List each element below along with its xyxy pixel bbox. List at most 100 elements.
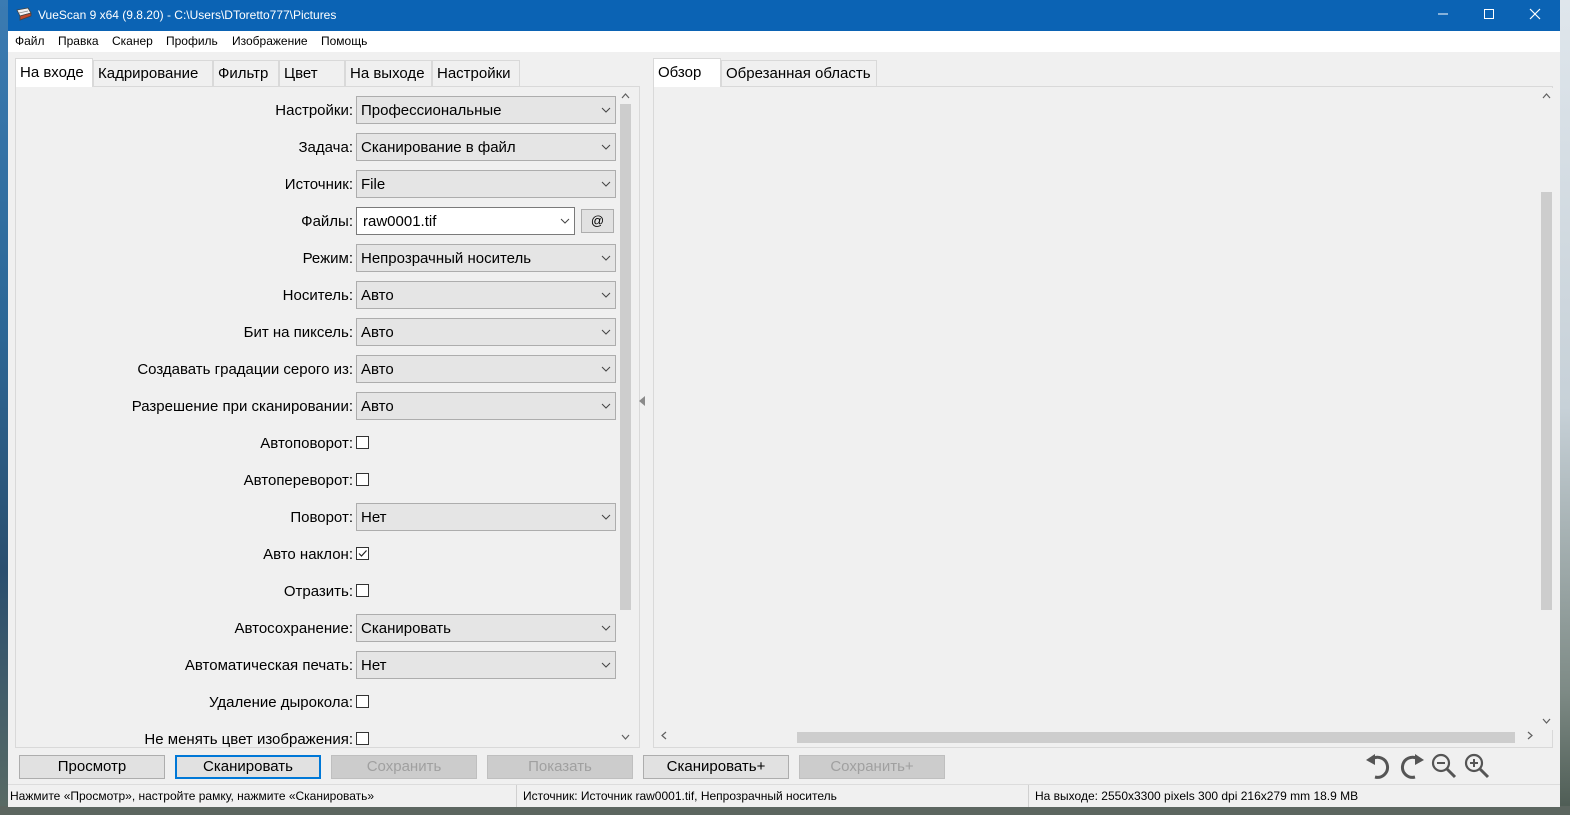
resolution-row: Разрешение при сканировании: Авто — [16, 392, 616, 422]
checkmark-icon — [358, 550, 367, 557]
scroll-up-icon[interactable] — [617, 88, 634, 105]
chevron-down-icon — [601, 255, 611, 261]
source-select[interactable]: File — [356, 170, 616, 198]
autosave-label: Автосохранение: — [234, 620, 353, 637]
bits-select[interactable]: Авто — [356, 318, 616, 346]
gray-value: Авто — [361, 361, 394, 378]
left-tab-strip: На входе Кадрирование Фильтр Цвет На вых… — [15, 58, 635, 87]
keepcolor-checkbox[interactable] — [356, 732, 369, 745]
gray-row: Создавать градации серого из: Авто — [16, 355, 616, 385]
scan-plus-button[interactable]: Сканировать+ — [643, 755, 789, 779]
rotation-select[interactable]: Нет — [356, 503, 616, 531]
menu-image[interactable]: Изображение — [232, 34, 308, 48]
tab-crop[interactable]: Кадрирование — [93, 60, 213, 86]
mode-select[interactable]: Непрозрачный носитель — [356, 244, 616, 272]
save-button[interactable]: Сохранить — [331, 755, 477, 779]
maximize-icon — [1484, 9, 1494, 19]
files-label: Файлы: — [301, 213, 353, 230]
close-icon — [1529, 8, 1541, 20]
menu-scanner[interactable]: Сканер — [112, 34, 153, 48]
taskbar-edge — [0, 806, 1570, 815]
task-row: Задача: Сканирование в файл — [16, 133, 616, 163]
settings-select[interactable]: Профессиональные — [356, 96, 616, 124]
preview-vertical-scrollbar[interactable] — [1538, 88, 1555, 730]
menu-file[interactable]: Файл — [15, 34, 45, 48]
autoprint-row: Автоматическая печать: Нет — [16, 651, 616, 681]
chevron-down-icon — [601, 662, 611, 668]
show-button[interactable]: Показать — [487, 755, 633, 779]
scroll-down-icon[interactable] — [617, 729, 634, 746]
mode-row: Режим: Непрозрачный носитель — [16, 244, 616, 274]
scrollbar-thumb[interactable] — [1541, 192, 1552, 610]
settings-row: Настройки: Профессиональные — [16, 96, 616, 126]
scan-button[interactable]: Сканировать — [175, 755, 321, 779]
scrollbar-thumb[interactable] — [797, 732, 1515, 743]
save-plus-button[interactable]: Сохранить+ — [799, 755, 945, 779]
menu-help[interactable]: Помощь — [321, 34, 367, 48]
files-row: Файлы: raw0001.tif @ — [16, 207, 616, 237]
settings-label: Настройки: — [275, 102, 353, 119]
menu-edit[interactable]: Правка — [58, 34, 99, 48]
chevron-down-icon — [601, 181, 611, 187]
chevron-down-icon — [560, 218, 570, 224]
tab-filter[interactable]: Фильтр — [213, 60, 279, 86]
gray-select[interactable]: Авто — [356, 355, 616, 383]
scrollbar-thumb[interactable] — [620, 104, 631, 610]
chevron-down-icon — [601, 625, 611, 631]
autorotate-checkbox[interactable] — [356, 436, 369, 449]
chevron-down-icon — [601, 366, 611, 372]
tab-input[interactable]: На входе — [15, 58, 93, 87]
autoskew-label: Авто наклон: — [263, 546, 353, 563]
keepcolor-row: Не менять цвет изображения: — [16, 725, 616, 748]
settings-value: Профессиональные — [361, 102, 502, 119]
tab-preview[interactable]: Обзор — [653, 58, 721, 87]
tab-settings[interactable]: Настройки — [432, 60, 520, 86]
menu-profile[interactable]: Профиль — [166, 34, 218, 48]
preview-area[interactable] — [653, 86, 1553, 748]
status-hint: Нажмите «Просмотр», настройте рамку, наж… — [10, 789, 375, 803]
autoflip-label: Автопереворот: — [243, 472, 353, 489]
files-combobox[interactable]: raw0001.tif — [356, 207, 575, 235]
chevron-down-icon — [601, 144, 611, 150]
autoflip-checkbox[interactable] — [356, 473, 369, 486]
media-select[interactable]: Авто — [356, 281, 616, 309]
zoom-in-icon[interactable] — [1461, 751, 1493, 781]
scroll-up-icon[interactable] — [1538, 88, 1555, 105]
autosave-row: Автосохранение: Сканировать — [16, 614, 616, 644]
scroll-left-icon[interactable] — [655, 729, 672, 746]
desktop-background-right — [1560, 0, 1570, 815]
tab-cropped-area[interactable]: Обрезанная область — [721, 60, 877, 86]
keepcolor-label: Не менять цвет изображения: — [144, 731, 353, 748]
files-browse-button[interactable]: @ — [581, 209, 614, 233]
autoprint-label: Автоматическая печать: — [184, 657, 353, 674]
minimize-button[interactable] — [1420, 0, 1466, 31]
rotate-right-icon[interactable] — [1396, 751, 1428, 781]
holepunch-checkbox[interactable] — [356, 695, 369, 708]
chevron-down-icon — [601, 403, 611, 409]
rotate-left-icon[interactable] — [1362, 751, 1394, 781]
tab-color[interactable]: Цвет — [279, 60, 345, 86]
autoprint-select[interactable]: Нет — [356, 651, 616, 679]
chevron-down-icon — [601, 107, 611, 113]
autoskew-checkbox[interactable] — [356, 547, 369, 560]
status-divider — [516, 785, 517, 807]
chevron-down-icon — [601, 292, 611, 298]
task-select[interactable]: Сканирование в файл — [356, 133, 616, 161]
autosave-select[interactable]: Сканировать — [356, 614, 616, 642]
zoom-out-icon[interactable] — [1428, 751, 1460, 781]
maximize-button[interactable] — [1466, 0, 1512, 31]
bits-row: Бит на пиксель: Авто — [16, 318, 616, 348]
mirror-label: Отразить: — [283, 583, 353, 600]
close-button[interactable] — [1512, 0, 1558, 31]
resolution-select[interactable]: Авто — [356, 392, 616, 420]
mirror-checkbox[interactable] — [356, 584, 369, 597]
scroll-down-icon[interactable] — [1538, 713, 1555, 730]
scroll-right-icon[interactable] — [1521, 729, 1538, 746]
left-vertical-scrollbar[interactable] — [617, 88, 634, 746]
bits-label: Бит на пиксель: — [243, 324, 353, 341]
preview-button[interactable]: Просмотр — [19, 755, 165, 779]
preview-horizontal-scrollbar[interactable] — [655, 729, 1538, 746]
collapse-left-icon[interactable] — [637, 394, 647, 408]
mirror-row: Отразить: — [16, 577, 616, 607]
tab-output[interactable]: На выходе — [345, 60, 432, 86]
